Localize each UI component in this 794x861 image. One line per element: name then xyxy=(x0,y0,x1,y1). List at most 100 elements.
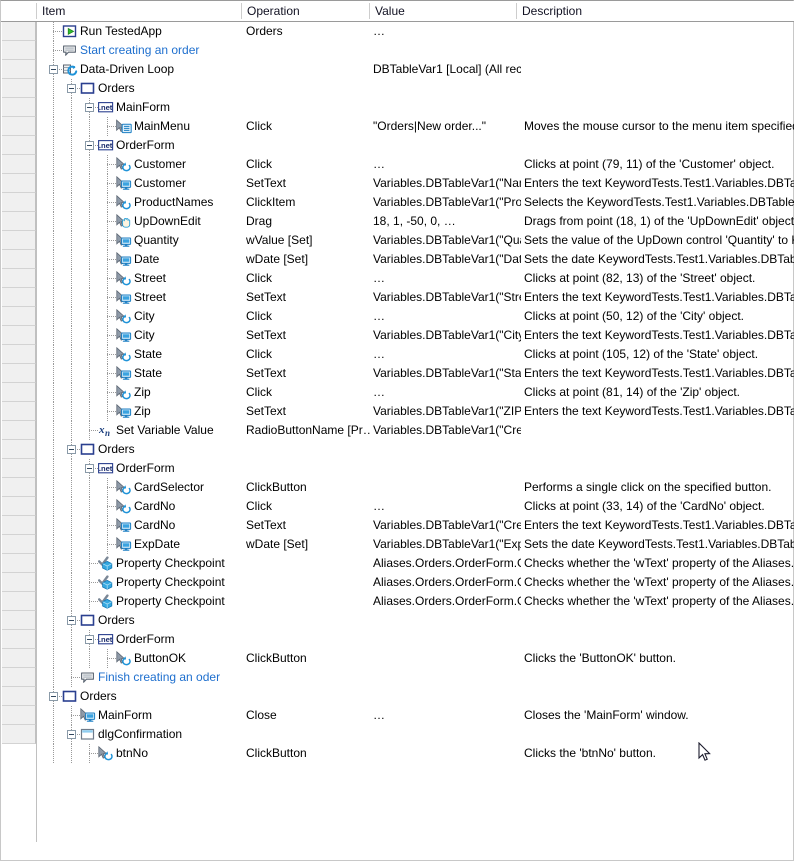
row-value-cell[interactable]: Variables.DBTableVar1("Nam… xyxy=(373,174,521,193)
row-item-cell[interactable]: State xyxy=(37,364,241,383)
column-header-operation[interactable]: Operation xyxy=(242,1,369,21)
row-description-cell[interactable] xyxy=(524,668,794,687)
tree-expander-collapse-icon[interactable] xyxy=(85,103,94,112)
row-operation-cell[interactable]: SetText xyxy=(246,288,370,307)
row-selector-cell[interactable] xyxy=(2,725,36,744)
row-selector-cell[interactable] xyxy=(2,79,36,98)
row-selector-cell[interactable] xyxy=(2,630,36,649)
row-selector-cell[interactable] xyxy=(2,649,36,668)
row-item-cell[interactable]: Customer xyxy=(37,174,241,193)
row-selector-cell[interactable] xyxy=(2,41,36,60)
row-value-cell[interactable] xyxy=(373,41,521,60)
row-operation-cell[interactable]: wDate [Set] xyxy=(246,250,370,269)
row-selector-cell[interactable] xyxy=(2,592,36,611)
table-row[interactable]: Orders xyxy=(37,611,794,630)
row-item-cell[interactable]: Zip xyxy=(37,383,241,402)
row-selector-cell[interactable] xyxy=(2,516,36,535)
row-item-cell[interactable]: Zip xyxy=(37,402,241,421)
row-operation-cell[interactable]: SetText xyxy=(246,326,370,345)
row-description-cell[interactable] xyxy=(524,725,794,744)
row-selector-cell[interactable] xyxy=(2,421,36,440)
table-row[interactable]: x n Set Variable Value RadioButtonName [Pr…… xyxy=(37,421,794,440)
table-row[interactable]: dlgConfirmation xyxy=(37,725,794,744)
row-description-cell[interactable]: Sets the value of the UpDown control 'Qu… xyxy=(524,231,794,250)
table-row[interactable]: MainForm Close… Closes the 'MainForm' wind… xyxy=(37,706,794,725)
row-selector-cell[interactable] xyxy=(2,117,36,136)
row-operation-cell[interactable]: ClickButton xyxy=(246,649,370,668)
row-value-cell[interactable]: Variables.DBTableVar1("Stre… xyxy=(373,288,521,307)
row-item-cell[interactable]: Street xyxy=(37,288,241,307)
tree-expander-collapse-icon[interactable] xyxy=(67,730,76,739)
row-description-cell[interactable]: Clicks the 'ButtonOK' button. xyxy=(524,649,794,668)
row-operation-cell[interactable] xyxy=(246,136,370,155)
row-item-cell[interactable]: Street xyxy=(37,269,241,288)
tree-expander-collapse-icon[interactable] xyxy=(85,635,94,644)
tree-expander-collapse-icon[interactable] xyxy=(67,445,76,454)
row-selector-cell[interactable] xyxy=(2,155,36,174)
table-row[interactable]: Zip SetText Variables.DBTableVar1("ZIP") En… xyxy=(37,402,794,421)
row-value-cell[interactable]: "Orders|New order..." xyxy=(373,117,521,136)
row-item-cell[interactable]: ExpDate xyxy=(37,535,241,554)
table-row[interactable]: Zip Click… Clicks at point (81, 14) of the… xyxy=(37,383,794,402)
row-item-cell[interactable]: CardSelector xyxy=(37,478,241,497)
table-row[interactable]: Orders xyxy=(37,687,794,706)
row-description-cell[interactable] xyxy=(524,421,794,440)
row-selector-cell[interactable] xyxy=(2,60,36,79)
row-item-cell[interactable]: Property Checkpoint xyxy=(37,592,241,611)
row-value-cell[interactable]: … xyxy=(373,383,521,402)
row-selector-cell[interactable] xyxy=(2,22,36,41)
table-row[interactable]: State Click… Clicks at point (105, 12) of … xyxy=(37,345,794,364)
row-description-cell[interactable]: Performs a single click on the specified… xyxy=(524,478,794,497)
row-item-cell[interactable]: ProductNames xyxy=(37,193,241,212)
row-description-cell[interactable]: Clicks at point (50, 12) of the 'City' o… xyxy=(524,307,794,326)
row-selector-cell[interactable] xyxy=(2,345,36,364)
row-item-cell[interactable]: UpDownEdit xyxy=(37,212,241,231)
row-value-cell[interactable]: Aliases.Orders.OrderForm.G… xyxy=(373,573,521,592)
table-row[interactable]: State SetTextVariables.DBTableVar1("State… xyxy=(37,364,794,383)
table-row[interactable]: City SetText Variables.DBTableVar1("City")… xyxy=(37,326,794,345)
row-item-cell[interactable]: Run TestedApp xyxy=(37,22,241,41)
table-row[interactable]: Customer Click… Clicks at point (79, 11) o… xyxy=(37,155,794,174)
row-description-cell[interactable]: Selects the KeywordTests.Test1.Variables… xyxy=(524,193,794,212)
row-item-cell[interactable]: Property Checkpoint xyxy=(37,573,241,592)
table-row[interactable]: Street SetText Variables.DBTableVar1("Str e… xyxy=(37,288,794,307)
row-selector-cell[interactable] xyxy=(2,687,36,706)
row-operation-cell[interactable]: ClickButton xyxy=(246,744,370,763)
row-description-cell[interactable]: Drags from point (18, 1) of the 'UpDownE… xyxy=(524,212,794,231)
row-item-cell[interactable]: .net MainForm xyxy=(37,98,241,117)
row-operation-cell[interactable]: wDate [Set] xyxy=(246,535,370,554)
row-value-cell[interactable] xyxy=(373,440,521,459)
table-row[interactable]: Street Click… Clicks at point (82, 13) of … xyxy=(37,269,794,288)
row-operation-cell[interactable]: Orders xyxy=(246,22,370,41)
row-operation-cell[interactable]: Click xyxy=(246,307,370,326)
row-value-cell[interactable]: Variables.DBTableVar1("Prod… xyxy=(373,193,521,212)
row-selector-cell[interactable] xyxy=(2,269,36,288)
row-operation-cell[interactable] xyxy=(246,440,370,459)
row-item-cell[interactable]: Finish creating an oder xyxy=(37,668,241,687)
row-description-cell[interactable]: Clicks at point (82, 13) of the 'Street'… xyxy=(524,269,794,288)
table-row[interactable]: City Click… Clicks at point (50, 12) of th… xyxy=(37,307,794,326)
row-description-cell[interactable]: Checks whether the 'wText' property of t… xyxy=(524,554,794,573)
row-operation-cell[interactable]: Click xyxy=(246,383,370,402)
row-value-cell[interactable] xyxy=(373,611,521,630)
row-value-cell[interactable] xyxy=(373,136,521,155)
row-description-cell[interactable] xyxy=(524,440,794,459)
row-selector-cell[interactable] xyxy=(2,193,36,212)
row-selector-cell[interactable] xyxy=(2,573,36,592)
row-selector-cell[interactable] xyxy=(2,706,36,725)
table-row[interactable]: CardNo Click… Clicks at point (33, 14) of … xyxy=(37,497,794,516)
table-row[interactable]: Customer SetText Variables.DBTableVar1("Na… xyxy=(37,174,794,193)
table-row[interactable]: MainMenu Click "Orders|New order..." Moves … xyxy=(37,117,794,136)
row-value-cell[interactable]: Variables.DBTableVar1("Cre… xyxy=(373,516,521,535)
row-description-cell[interactable] xyxy=(524,630,794,649)
row-item-cell[interactable]: Orders xyxy=(37,79,241,98)
row-description-cell[interactable] xyxy=(524,459,794,478)
row-selector-cell[interactable] xyxy=(2,554,36,573)
table-row[interactable]: .net OrderForm xyxy=(37,630,794,649)
row-item-cell[interactable]: MainForm xyxy=(37,706,241,725)
row-description-cell[interactable] xyxy=(524,687,794,706)
row-value-cell[interactable]: … xyxy=(373,706,521,725)
row-operation-cell[interactable]: ClickButton xyxy=(246,478,370,497)
row-operation-cell[interactable] xyxy=(246,687,370,706)
row-item-cell[interactable]: City xyxy=(37,307,241,326)
